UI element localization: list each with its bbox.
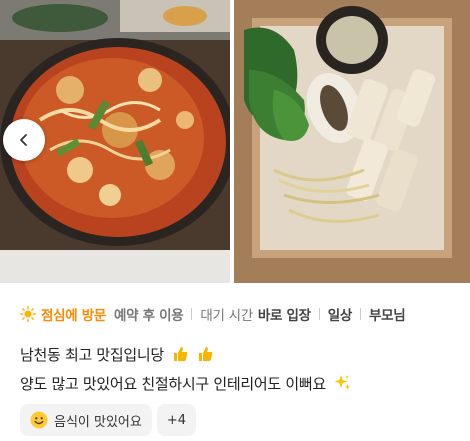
review-line-1-text: 남천동 최고 맛집입니당 <box>20 346 164 364</box>
visit-time-label: 점심에 방문 <box>41 308 106 324</box>
smile-icon <box>30 411 48 429</box>
sparkles-icon <box>334 373 351 400</box>
sun-icon <box>20 306 36 322</box>
companion-tag: 부모님 <box>369 308 406 324</box>
thumbs-up-icon <box>172 344 188 371</box>
more-keywords-chip[interactable]: +4 <box>156 404 197 436</box>
keyword-chips: 음식이 맛있어요 +4 <box>20 404 197 436</box>
divider <box>360 308 362 320</box>
review-photo-carousel[interactable] <box>0 0 470 283</box>
chevron-left-icon <box>20 134 27 146</box>
visit-purpose-tag: 일상 <box>327 308 353 324</box>
previous-photo-button[interactable] <box>3 119 45 161</box>
review-line-2-text: 양도 많고 맛있어요 친절하시구 인테리어도 이뻐요 <box>20 375 326 393</box>
bossam-image <box>234 0 470 283</box>
keyword-chip-tasty[interactable]: 음식이 맛있어요 <box>20 404 152 436</box>
more-keywords-count: +4 <box>166 412 187 428</box>
review-text[interactable]: 남천동 최고 맛집입니당 양도 많고 맛있어요 친절하시구 인테리어도 이뻐요 <box>20 342 460 400</box>
review-line-1: 남천동 최고 맛집입니당 <box>20 342 460 371</box>
divider <box>318 308 320 320</box>
visit-info-line: 점심에 방문 예약 후 이용 대기 시간 바로 입장 일상 부모님 <box>20 303 470 325</box>
divider <box>191 308 193 320</box>
keyword-chip-label: 음식이 맛있어요 <box>54 414 142 430</box>
reservation-label: 예약 후 이용 <box>114 308 184 324</box>
review-line-2: 양도 많고 맛있어요 친절하시구 인테리어도 이뻐요 <box>20 371 460 400</box>
food-photo-right[interactable] <box>234 0 470 283</box>
wait-time-value: 바로 입장 <box>257 308 311 324</box>
thumbs-up-icon <box>197 344 213 371</box>
wait-time-label: 대기 시간 <box>200 308 253 324</box>
